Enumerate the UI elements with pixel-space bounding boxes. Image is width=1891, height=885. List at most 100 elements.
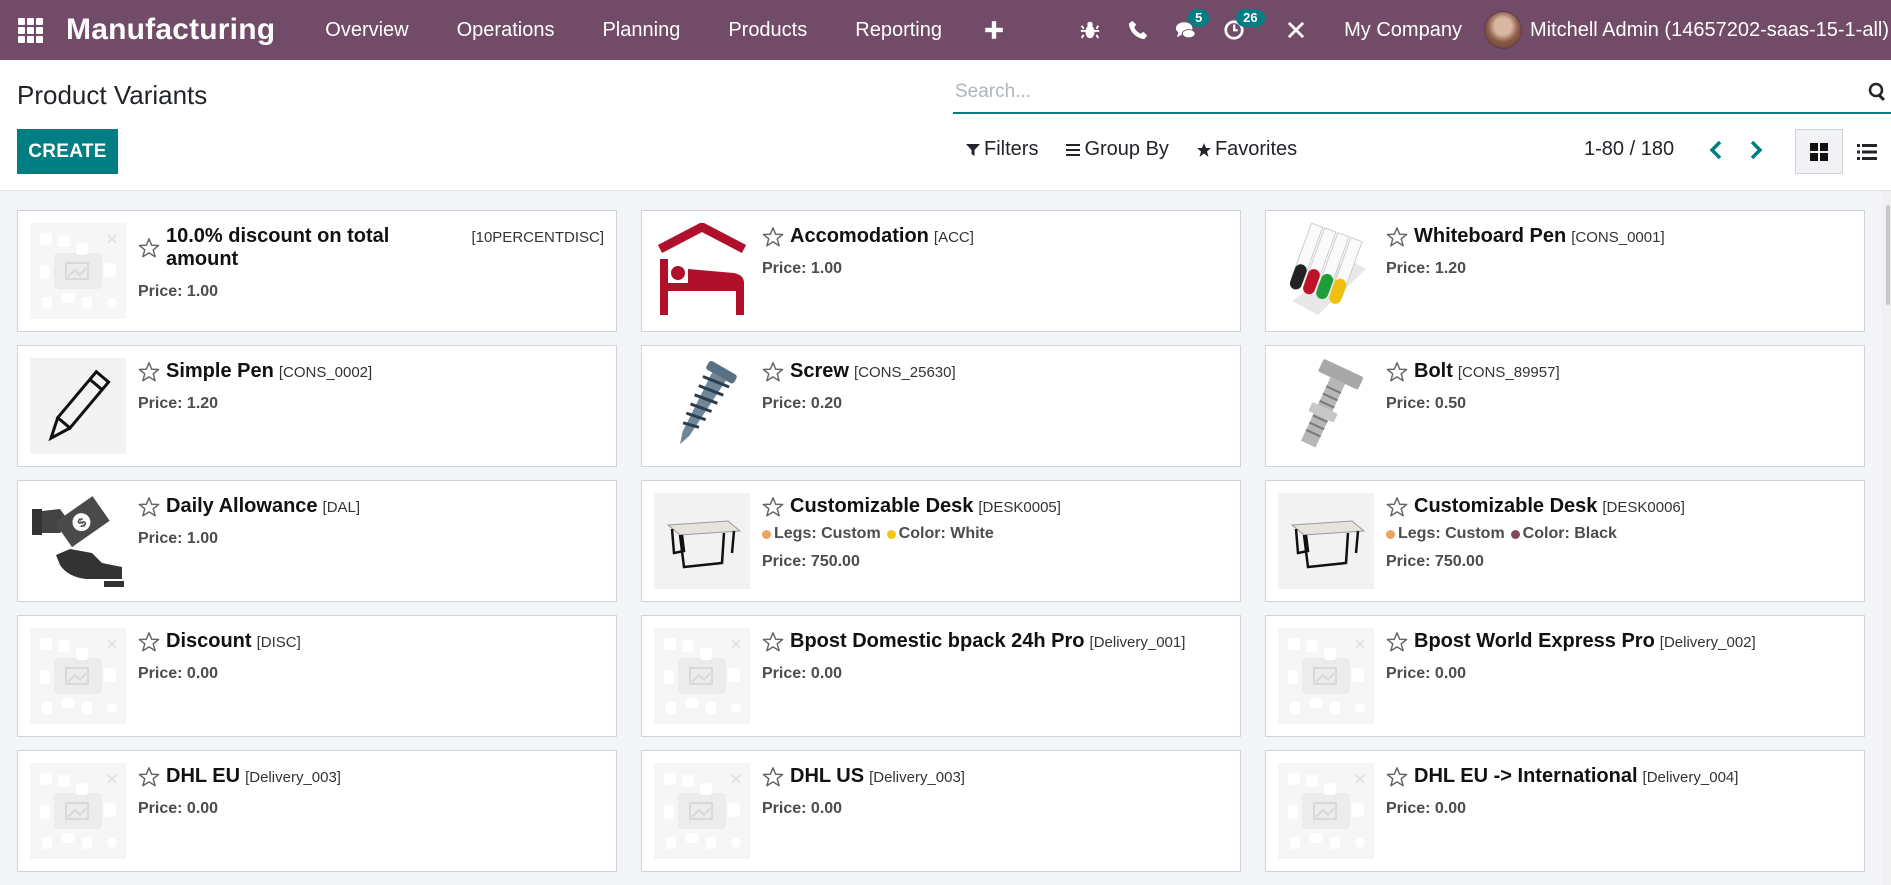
- pager-value[interactable]: 1-80 / 180: [1584, 138, 1674, 161]
- view-switcher: [1795, 129, 1891, 174]
- star-icon[interactable]: [762, 766, 784, 788]
- star-icon[interactable]: [1386, 226, 1408, 248]
- product-card[interactable]: Customizable Desk [DESK0006] Legs: Custom C…: [1265, 480, 1865, 602]
- product-title-row: Discount [DISC]: [138, 630, 604, 653]
- star-icon[interactable]: [762, 496, 784, 518]
- product-reference: [Delivery_003]: [869, 769, 965, 786]
- product-card[interactable]: Simple Pen [CONS_0002] Price: 1.20: [17, 345, 617, 467]
- filters-button[interactable]: Filters: [966, 138, 1038, 161]
- star-icon[interactable]: [1386, 766, 1408, 788]
- app-name[interactable]: Manufacturing: [66, 13, 275, 47]
- product-card-body: Whiteboard Pen [CONS_0001] Price: 1.20: [1386, 223, 1852, 319]
- product-title-row: Bpost Domestic bpack 24h Pro [Delivery_00…: [762, 630, 1228, 653]
- star-icon[interactable]: [762, 361, 784, 383]
- product-price: Price: 0.20: [762, 395, 843, 412]
- product-name: Simple Pen: [166, 360, 274, 382]
- product-price: Price: 1.20: [138, 395, 219, 412]
- product-card-body: Discount [DISC] Price: 0.00: [138, 628, 604, 724]
- menu-operations[interactable]: Operations: [433, 0, 579, 60]
- list-view-button[interactable]: [1843, 129, 1891, 174]
- menu-products[interactable]: Products: [704, 0, 831, 60]
- search-input[interactable]: [953, 81, 1865, 103]
- star-icon[interactable]: [138, 766, 160, 788]
- attribute-tag: Color: White: [886, 525, 994, 543]
- product-card[interactable]: 10.0% discount on total amount [10PERCENT…: [17, 210, 617, 332]
- phone-icon[interactable]: [1114, 0, 1162, 60]
- product-reference: [DESK0006]: [1602, 499, 1685, 516]
- product-image-placeholder: [654, 763, 750, 859]
- plus-icon[interactable]: [966, 0, 1022, 60]
- pager-previous-button[interactable]: [1696, 140, 1736, 160]
- kanban-icon: [1810, 142, 1828, 161]
- create-button[interactable]: CREATE: [17, 129, 118, 174]
- star-icon[interactable]: [1386, 631, 1408, 653]
- product-title-row: Simple Pen [CONS_0002]: [138, 360, 604, 383]
- star-icon[interactable]: [138, 496, 160, 518]
- chevron-left-icon: [1709, 140, 1722, 159]
- scrollbar[interactable]: [1881, 191, 1891, 885]
- clock-icon[interactable]: 26: [1210, 0, 1265, 60]
- attribute-label: Color: White: [898, 525, 994, 542]
- product-price: Price: 1.00: [762, 260, 843, 277]
- product-card[interactable]: DHL EU [Delivery_003] Price: 0.00: [17, 750, 617, 872]
- menu-overview[interactable]: Overview: [301, 0, 432, 60]
- user-menu[interactable]: Mitchell Admin (14657202-saas-15-1-all): [1483, 11, 1891, 49]
- attribute-color-dot: [886, 529, 896, 539]
- product-reference: [Delivery_004]: [1642, 769, 1739, 786]
- menu-planning[interactable]: Planning: [578, 0, 704, 60]
- star-icon[interactable]: [138, 361, 160, 383]
- group-by-button[interactable]: Group By: [1066, 138, 1169, 161]
- product-card[interactable]: Bpost World Express Pro [Delivery_002] Pri…: [1265, 615, 1865, 737]
- attribute-color-dot: [1386, 529, 1395, 539]
- menu-reporting[interactable]: Reporting: [831, 0, 966, 60]
- product-card[interactable]: Bolt [CONS_89957] Price: 0.50: [1265, 345, 1865, 467]
- product-card[interactable]: Accomodation [ACC] Price: 1.00: [641, 210, 1241, 332]
- product-image-placeholder: [1278, 628, 1374, 724]
- star-icon[interactable]: [138, 237, 160, 259]
- product-card-body: Simple Pen [CONS_0002] Price: 1.20: [138, 358, 604, 454]
- product-reference: [CONS_0002]: [278, 364, 373, 381]
- product-reference: [DAL]: [322, 499, 361, 516]
- product-image-placeholder: [30, 628, 126, 724]
- product-attributes: Legs: Custom Color: White: [762, 525, 1228, 543]
- star-icon[interactable]: [762, 226, 784, 248]
- product-card[interactable]: Whiteboard Pen [CONS_0001] Price: 1.20: [1265, 210, 1865, 332]
- search-icon[interactable]: [1865, 82, 1891, 102]
- star-icon[interactable]: [1386, 361, 1408, 383]
- attribute-tag: Legs: Custom: [762, 525, 881, 543]
- tools-icon[interactable]: [1272, 0, 1320, 60]
- product-name: Bpost Domestic bpack 24h Pro: [790, 630, 1085, 652]
- company-switcher[interactable]: My Company: [1320, 19, 1484, 42]
- product-name: Customizable Desk: [790, 495, 974, 517]
- product-card-body: Bpost Domestic bpack 24h Pro [Delivery_00…: [762, 628, 1228, 724]
- scrollbar-thumb[interactable]: [1886, 205, 1890, 305]
- product-card[interactable]: $ Daily Allowance [DAL] Price: 1.00: [17, 480, 617, 602]
- star-icon[interactable]: [1386, 496, 1408, 518]
- user-name: Mitchell Admin (14657202-saas-15-1-all): [1529, 18, 1889, 41]
- pager-next-button[interactable]: [1736, 140, 1776, 160]
- star-icon: [1196, 142, 1211, 157]
- product-name: DHL EU: [166, 765, 241, 787]
- product-card-body: Bpost World Express Pro [Delivery_002] Pri…: [1386, 628, 1852, 724]
- product-card[interactable]: Screw [CONS_25630] Price: 0.20: [641, 345, 1241, 467]
- product-price: Price: 750.00: [762, 553, 860, 570]
- product-card[interactable]: Customizable Desk [DESK0005] Legs: Custom C…: [641, 480, 1241, 602]
- product-image-placeholder: [1278, 763, 1374, 859]
- product-card[interactable]: DHL EU -> International [Delivery_004] Pri…: [1265, 750, 1865, 872]
- star-icon[interactable]: [762, 631, 784, 653]
- product-card-body: DHL EU -> International [Delivery_004] Pri…: [1386, 763, 1852, 859]
- product-image-placeholder: [30, 223, 126, 319]
- product-card[interactable]: Discount [DISC] Price: 0.00: [17, 615, 617, 737]
- pager: 1-80 / 180: [1584, 138, 1776, 161]
- attribute-color-dot: [762, 529, 771, 539]
- chat-icon[interactable]: 5: [1162, 0, 1210, 60]
- product-card[interactable]: DHL US [Delivery_003] Price: 0.00: [641, 750, 1241, 872]
- product-price: Price: 0.00: [762, 800, 843, 817]
- kanban-view-button[interactable]: [1795, 129, 1843, 174]
- star-icon[interactable]: [138, 631, 160, 653]
- bug-icon[interactable]: [1066, 0, 1114, 60]
- favorites-button[interactable]: Favorites: [1196, 138, 1297, 161]
- product-card[interactable]: Bpost Domestic bpack 24h Pro [Delivery_00…: [641, 615, 1241, 737]
- app-switcher-button[interactable]: [0, 0, 60, 60]
- bars-icon: [1066, 143, 1081, 156]
